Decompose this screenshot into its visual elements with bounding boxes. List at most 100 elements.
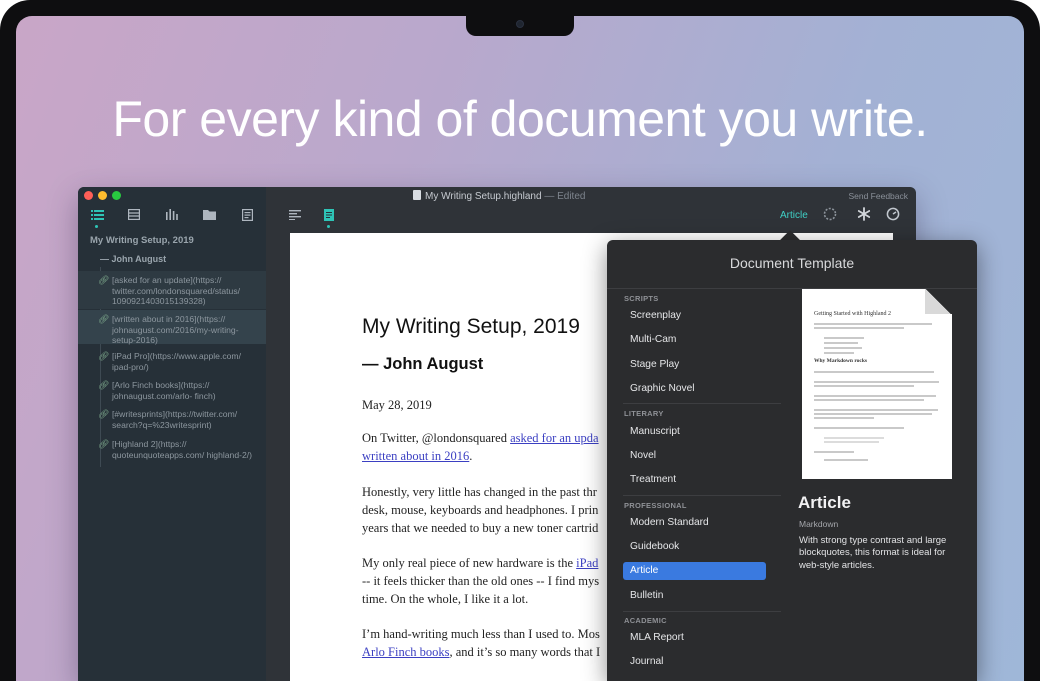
template-detail-format: Markdown [799,519,839,529]
sprint-asterisk-icon[interactable] [857,207,871,224]
outline-link-text: [asked for an update](https:// twitter.c… [112,275,241,306]
paragraph-text: On Twitter, @londonsquared [362,431,511,445]
close-window-button[interactable] [84,191,93,200]
preview-line [824,441,879,443]
template-manuscript[interactable]: Manuscript [623,423,766,441]
document-view-icon[interactable] [324,209,334,224]
paragraph: My only real piece of new hardware is th… [362,554,599,608]
preview-line [814,385,914,387]
preview-line [814,409,938,411]
template-guidebook[interactable]: Guidebook [623,538,766,556]
active-indicator [327,225,330,228]
template-modern-standard[interactable]: Modern Standard [623,514,766,532]
template-detail-title: Article [798,493,851,512]
text-align-icon[interactable] [289,209,301,223]
inline-link[interactable]: Arlo Finch books [362,645,450,659]
outline-link-item[interactable]: 🔗︎ [asked for an update](https:// twitte… [98,275,262,307]
send-feedback-link[interactable]: Send Feedback [848,191,908,201]
document-title: My Writing Setup, 2019 [362,315,580,338]
minimize-window-button[interactable] [98,191,107,200]
preview-line [824,347,862,349]
template-selector-button[interactable]: Article [780,210,808,221]
inline-link[interactable]: asked for an upda [510,431,599,445]
outline-link-text: [iPad Pro](https://www.apple.com/ ipad-p… [112,351,241,372]
divider [623,403,781,404]
preview-line [814,427,904,429]
preview-line [814,451,854,453]
preview-line [824,459,868,461]
divider [623,495,781,496]
divider [607,288,977,289]
title-bar: My Writing Setup.highland — Edited Send … [78,187,916,205]
template-preview-thumbnail: Getting Started with Highland 2 Why Mark… [802,289,952,479]
page-fold-corner [925,289,952,314]
outline-link-text: [written about in 2016](https:// johnaug… [112,314,239,345]
template-screenplay[interactable]: Screenplay [623,307,766,325]
progress-ring-icon[interactable] [823,207,837,224]
section-label-literary: LITERARY [624,409,664,418]
zoom-window-button[interactable] [112,191,121,200]
preview-line [814,399,924,401]
folder-icon[interactable] [202,209,216,223]
cards-icon[interactable] [127,209,141,223]
link-icon: 🔗︎ [98,314,110,324]
preview-heading: Getting Started with Highland 2 [814,311,891,317]
camera-notch [466,16,574,36]
paragraph-text: Honestly, very little has changed in the… [362,485,597,499]
outline-icon[interactable] [90,209,104,223]
link-icon: 🔗︎ [98,351,110,361]
preview-line [824,437,884,439]
template-mla-report[interactable]: MLA Report [623,629,766,647]
outline-link-item[interactable]: 🔗︎ [#writesprints](https://twitter.com/ … [98,409,262,430]
preview-line [814,371,934,373]
template-journal[interactable]: Journal [623,653,766,671]
outline-title[interactable]: My Writing Setup, 2019 [90,235,194,246]
inline-link[interactable]: iPad [576,556,598,570]
outline-link-text: [Highland 2](https:// quoteunquoteapps.c… [112,439,252,460]
notes-icon[interactable] [240,209,254,223]
preview-line [824,342,858,344]
paragraph-text: years that we needed to buy a new toner … [362,521,599,535]
preview-subheading: Why Markdown rocks [814,358,868,364]
paragraph-text: desk, mouse, keyboards and headphones. I… [362,503,599,517]
template-graphic-novel[interactable]: Graphic Novel [623,380,766,398]
active-indicator [95,225,98,228]
outline-link-item[interactable]: 🔗︎ [iPad Pro](https://www.apple.com/ ipa… [98,351,262,372]
headline: For every kind of document you write. [112,91,928,147]
paragraph: Honestly, very little has changed in the… [362,483,598,537]
paragraph: On Twitter, @londonsquared asked for an … [362,429,599,465]
document-date: May 28, 2019 [362,398,432,412]
preview-line [814,323,932,325]
preview-line [814,395,936,397]
template-bulletin[interactable]: Bulletin [623,587,766,605]
outline-link-item[interactable]: 🔗︎ [written about in 2016](https:// john… [98,314,262,346]
statistics-icon[interactable] [165,209,179,223]
window-title: My Writing Setup.highland — Edited [413,190,585,202]
laptop-frame: For every kind of document you write. My… [0,0,1040,681]
timer-icon[interactable] [886,207,900,224]
template-stage-play[interactable]: Stage Play [623,356,766,374]
preview-line [814,327,904,329]
preview-line [824,352,854,354]
preview-line [824,337,864,339]
outline-link-text: [#writesprints](https://twitter.com/ sea… [112,409,238,430]
outline-subtitle[interactable]: — John August [100,254,166,264]
paragraph: I’m hand-writing much less than I used t… [362,625,600,661]
paragraph-text: -- it feels thicker than the old ones --… [362,574,600,588]
document-template-popover: Document Template SCRIPTS Screenplay Mul… [607,240,977,681]
paragraph-text: , and it’s so many words that I [449,645,601,659]
template-novel[interactable]: Novel [623,447,766,465]
paragraph-text: I’m hand-writing much less than I used t… [362,627,600,641]
template-article[interactable]: Article [623,562,766,580]
template-treatment[interactable]: Treatment [623,471,766,489]
preview-line [814,413,932,415]
edited-status: — Edited [544,191,586,202]
inline-link[interactable]: written about in 2016 [362,449,469,463]
link-icon: 🔗︎ [98,409,110,419]
file-name: My Writing Setup.highland [425,191,542,202]
template-detail-description: With strong type contrast and large bloc… [799,535,947,571]
outline-link-item[interactable]: 🔗︎ [Arlo Finch books](https:// johnaugus… [98,380,262,401]
outline-link-item[interactable]: 🔗︎ [Highland 2](https:// quoteunquoteapp… [98,439,262,460]
paragraph-text: time. On the whole, I like it a lot. [362,592,529,606]
template-multi-cam[interactable]: Multi-Cam [623,331,766,349]
